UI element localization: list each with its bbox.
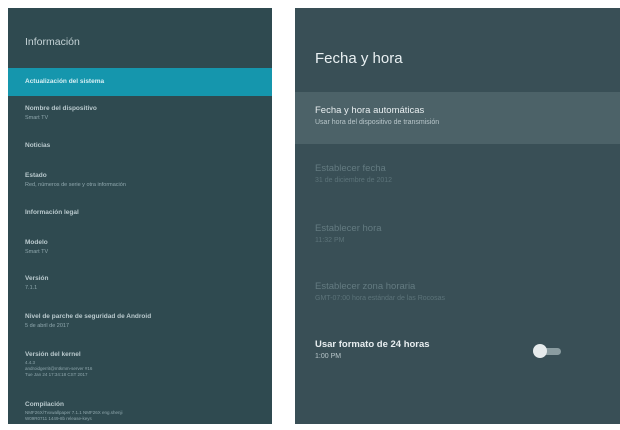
setting-value: 31 de diciembre de 2012 [315, 177, 393, 184]
menu-item-label: Información legal [25, 209, 79, 216]
toggle-thumb [533, 344, 547, 358]
menu-item-value: Red, números de serie y otra información [25, 182, 126, 188]
date-time-settings-panel: Fecha y hora Fecha y hora automáticas Us… [295, 8, 620, 424]
menu-item-label: Compilación [25, 401, 65, 408]
set-date-item: Establecer fecha 31 de diciembre de 2012 [295, 162, 620, 186]
menu-item-status[interactable]: Estado Red, números de serie y otra info… [8, 171, 142, 189]
about-settings-panel: Información Actualización del sistema No… [8, 8, 272, 424]
setting-label: Establecer fecha [315, 163, 386, 174]
automatic-date-time-item[interactable]: Fecha y hora automáticas Usar hora del d… [295, 92, 620, 144]
menu-item-kernel-version[interactable]: Versión del kernel 4.4.3 androidgerrit@m… [8, 350, 108, 378]
use-24-hour-format-item[interactable]: Usar formato de 24 horas 1:00 PM [295, 338, 620, 374]
menu-item-model[interactable]: Modelo Smart TV [8, 238, 64, 256]
menu-item-label: Versión del kernel [25, 351, 81, 358]
setting-label: Usar formato de 24 horas [315, 339, 430, 350]
menu-item-label: Nivel de parche de seguridad de Android [25, 313, 152, 320]
menu-item-value: Smart TV [25, 115, 49, 121]
setting-value: Usar hora del dispositivo de transmisión [315, 119, 440, 126]
setting-label: Fecha y hora automáticas [315, 105, 425, 116]
setting-value: 1:00 PM [315, 353, 342, 360]
menu-item-news[interactable]: Noticias [8, 141, 66, 151]
setting-label: Establecer hora [315, 223, 382, 234]
setting-value: 11:32 PM [315, 237, 345, 244]
menu-item-label: Modelo [25, 239, 48, 246]
set-time-zone-item: Establecer zona horaria GMT-07:00 hora e… [295, 280, 620, 304]
menu-item-version[interactable]: Versión 7.1.1 [8, 274, 64, 292]
setting-label: Establecer zona horaria [315, 281, 416, 292]
about-title: Información [25, 36, 80, 48]
menu-item-label: Nombre del dispositivo [25, 105, 97, 112]
menu-item-value: 5 de abril de 2017 [25, 323, 70, 329]
set-time-item: Establecer hora 11:32 PM [295, 222, 620, 246]
menu-item-value: Smart TV [25, 249, 49, 255]
menu-item-system-update[interactable]: Actualización del sistema [8, 68, 272, 96]
menu-item-label: Estado [25, 172, 47, 179]
menu-item-label: Versión [25, 275, 49, 282]
menu-item-label: Noticias [25, 142, 51, 149]
page-title: Fecha y hora [315, 50, 403, 67]
menu-item-device-name[interactable]: Nombre del dispositivo Smart TV [8, 104, 113, 122]
menu-item-label: Actualización del sistema [25, 78, 105, 85]
toggle-24-hour-format[interactable] [533, 344, 563, 358]
menu-item-legal-info[interactable]: Información legal [8, 208, 95, 218]
setting-value: GMT-07:00 hora estándar de las Rocosas [315, 295, 445, 302]
menu-item-value: NMF26X/Tvxwallpaper 7.1.1 NMF26X eng.she… [25, 410, 123, 421]
menu-item-security-patch[interactable]: Nivel de parche de seguridad de Android … [8, 312, 167, 330]
menu-item-value: 7.1.1 [25, 285, 38, 291]
menu-item-value: 4.4.3 androidgerrit@mtkmm-server #16 Tue… [25, 360, 93, 377]
menu-item-build-number[interactable]: Compilación NMF26X/Tvxwallpaper 7.1.1 NM… [8, 400, 139, 422]
